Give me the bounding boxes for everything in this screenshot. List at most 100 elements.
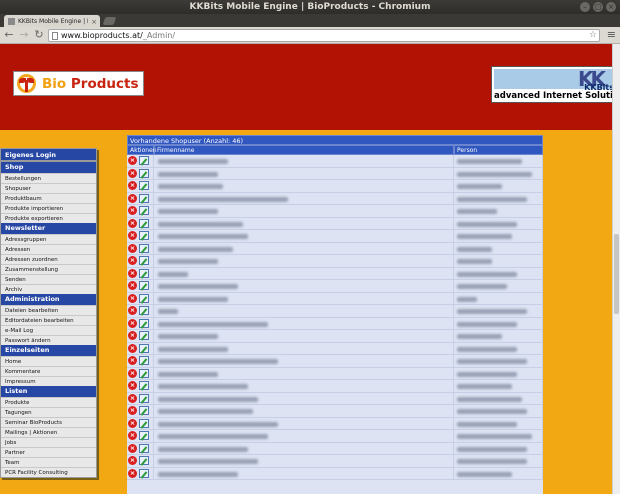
sidebar-item[interactable]: PCR Facility Consulting (1, 467, 96, 477)
sidebar-item[interactable]: Dateien bearbeiten (1, 305, 96, 315)
forward-icon[interactable]: → (18, 29, 30, 41)
firmenname-cell[interactable] (154, 292, 454, 304)
firmenname-cell[interactable] (154, 442, 454, 454)
delete-icon[interactable]: × (128, 256, 137, 266)
delete-icon[interactable]: × (128, 156, 137, 166)
firmenname-cell[interactable] (154, 167, 454, 179)
firmenname-cell[interactable] (154, 155, 454, 167)
edit-icon[interactable] (139, 343, 149, 353)
sidebar-item[interactable]: Tagungen (1, 407, 96, 417)
delete-icon[interactable]: × (128, 468, 137, 478)
firmenname-cell[interactable] (154, 467, 454, 479)
delete-icon[interactable]: × (128, 343, 137, 353)
person-cell[interactable] (454, 317, 543, 329)
person-cell[interactable] (454, 305, 543, 317)
maximize-button[interactable]: □ (593, 2, 603, 12)
edit-icon[interactable] (139, 168, 149, 178)
sidebar-item[interactable]: Archiv (1, 284, 96, 294)
browser-tab[interactable]: KKBits Mobile Engine | Bi × (4, 15, 100, 27)
sidebar-item[interactable]: Produkte importieren (1, 203, 96, 213)
sidebar-item[interactable]: Adressgruppen (1, 234, 96, 244)
sidebar-item[interactable]: Produktbaum (1, 193, 96, 203)
new-tab-button[interactable] (102, 17, 117, 25)
person-cell[interactable] (454, 230, 543, 242)
delete-icon[interactable]: × (128, 381, 137, 391)
edit-icon[interactable] (139, 243, 149, 253)
firmenname-cell[interactable] (154, 380, 454, 392)
edit-icon[interactable] (139, 181, 149, 191)
reload-icon[interactable]: ↻ (33, 29, 45, 41)
delete-icon[interactable]: × (128, 331, 137, 341)
firmenname-cell[interactable] (154, 392, 454, 404)
edit-icon[interactable] (139, 218, 149, 228)
person-cell[interactable] (454, 180, 543, 192)
person-cell[interactable] (454, 167, 543, 179)
delete-icon[interactable]: × (128, 431, 137, 441)
delete-icon[interactable]: × (128, 268, 137, 278)
sidebar-item[interactable]: Editordateien bearbeiten (1, 315, 96, 325)
firmenname-cell[interactable] (154, 255, 454, 267)
page-scrollbar[interactable] (612, 44, 620, 494)
delete-icon[interactable]: × (128, 356, 137, 366)
edit-icon[interactable] (139, 206, 149, 216)
edit-icon[interactable] (139, 331, 149, 341)
person-cell[interactable] (454, 205, 543, 217)
person-cell[interactable] (454, 242, 543, 254)
delete-icon[interactable]: × (128, 168, 137, 178)
person-cell[interactable] (454, 467, 543, 479)
edit-icon[interactable] (139, 268, 149, 278)
edit-icon[interactable] (139, 356, 149, 366)
firmenname-cell[interactable] (154, 267, 454, 279)
delete-icon[interactable]: × (128, 368, 137, 378)
person-cell[interactable] (454, 355, 543, 367)
delete-icon[interactable]: × (128, 281, 137, 291)
bookmark-star-icon[interactable]: ☆ (589, 30, 597, 41)
firmenname-cell[interactable] (154, 430, 454, 442)
edit-icon[interactable] (139, 318, 149, 328)
scroll-thumb[interactable] (614, 234, 619, 314)
firmenname-cell[interactable] (154, 367, 454, 379)
person-cell[interactable] (454, 280, 543, 292)
edit-icon[interactable] (139, 156, 149, 166)
delete-icon[interactable]: × (128, 243, 137, 253)
sidebar-item[interactable]: Jobs (1, 437, 96, 447)
sidebar-item[interactable]: Team (1, 457, 96, 467)
person-cell[interactable] (454, 217, 543, 229)
sidebar-item[interactable]: Impressum (1, 376, 96, 386)
edit-icon[interactable] (139, 281, 149, 291)
sidebar-item[interactable]: e-Mail Log (1, 325, 96, 335)
delete-icon[interactable]: × (128, 293, 137, 303)
firmenname-cell[interactable] (154, 242, 454, 254)
firmenname-cell[interactable] (154, 192, 454, 204)
person-cell[interactable] (454, 155, 543, 167)
delete-icon[interactable]: × (128, 318, 137, 328)
sidebar-item[interactable]: Home (1, 356, 96, 366)
person-cell[interactable] (454, 342, 543, 354)
edit-icon[interactable] (139, 256, 149, 266)
sidebar-item[interactable]: Seminar BioProducts (1, 417, 96, 427)
person-cell[interactable] (454, 455, 543, 467)
minimize-button[interactable]: – (580, 2, 590, 12)
delete-icon[interactable]: × (128, 193, 137, 203)
edit-icon[interactable] (139, 193, 149, 203)
person-cell[interactable] (454, 405, 543, 417)
firmenname-cell[interactable] (154, 205, 454, 217)
edit-icon[interactable] (139, 456, 149, 466)
firmenname-cell[interactable] (154, 342, 454, 354)
person-cell[interactable] (454, 392, 543, 404)
address-bar[interactable]: www.bioproducts.at/_Admin/ ☆ (48, 29, 600, 42)
person-cell[interactable] (454, 442, 543, 454)
sidebar-item[interactable]: Produkte exportieren (1, 213, 96, 223)
person-cell[interactable] (454, 380, 543, 392)
sidebar-item[interactable]: Produkte (1, 397, 96, 407)
person-cell[interactable] (454, 330, 543, 342)
person-cell[interactable] (454, 430, 543, 442)
sidebar-item[interactable]: Zusammenstellung (1, 264, 96, 274)
edit-icon[interactable] (139, 368, 149, 378)
delete-icon[interactable]: × (128, 206, 137, 216)
edit-icon[interactable] (139, 231, 149, 241)
person-cell[interactable] (454, 367, 543, 379)
sidebar-login-link[interactable]: Eigenes Login (1, 149, 96, 162)
sidebar-item[interactable]: Kommentare (1, 366, 96, 376)
close-window-button[interactable]: × (606, 2, 616, 12)
